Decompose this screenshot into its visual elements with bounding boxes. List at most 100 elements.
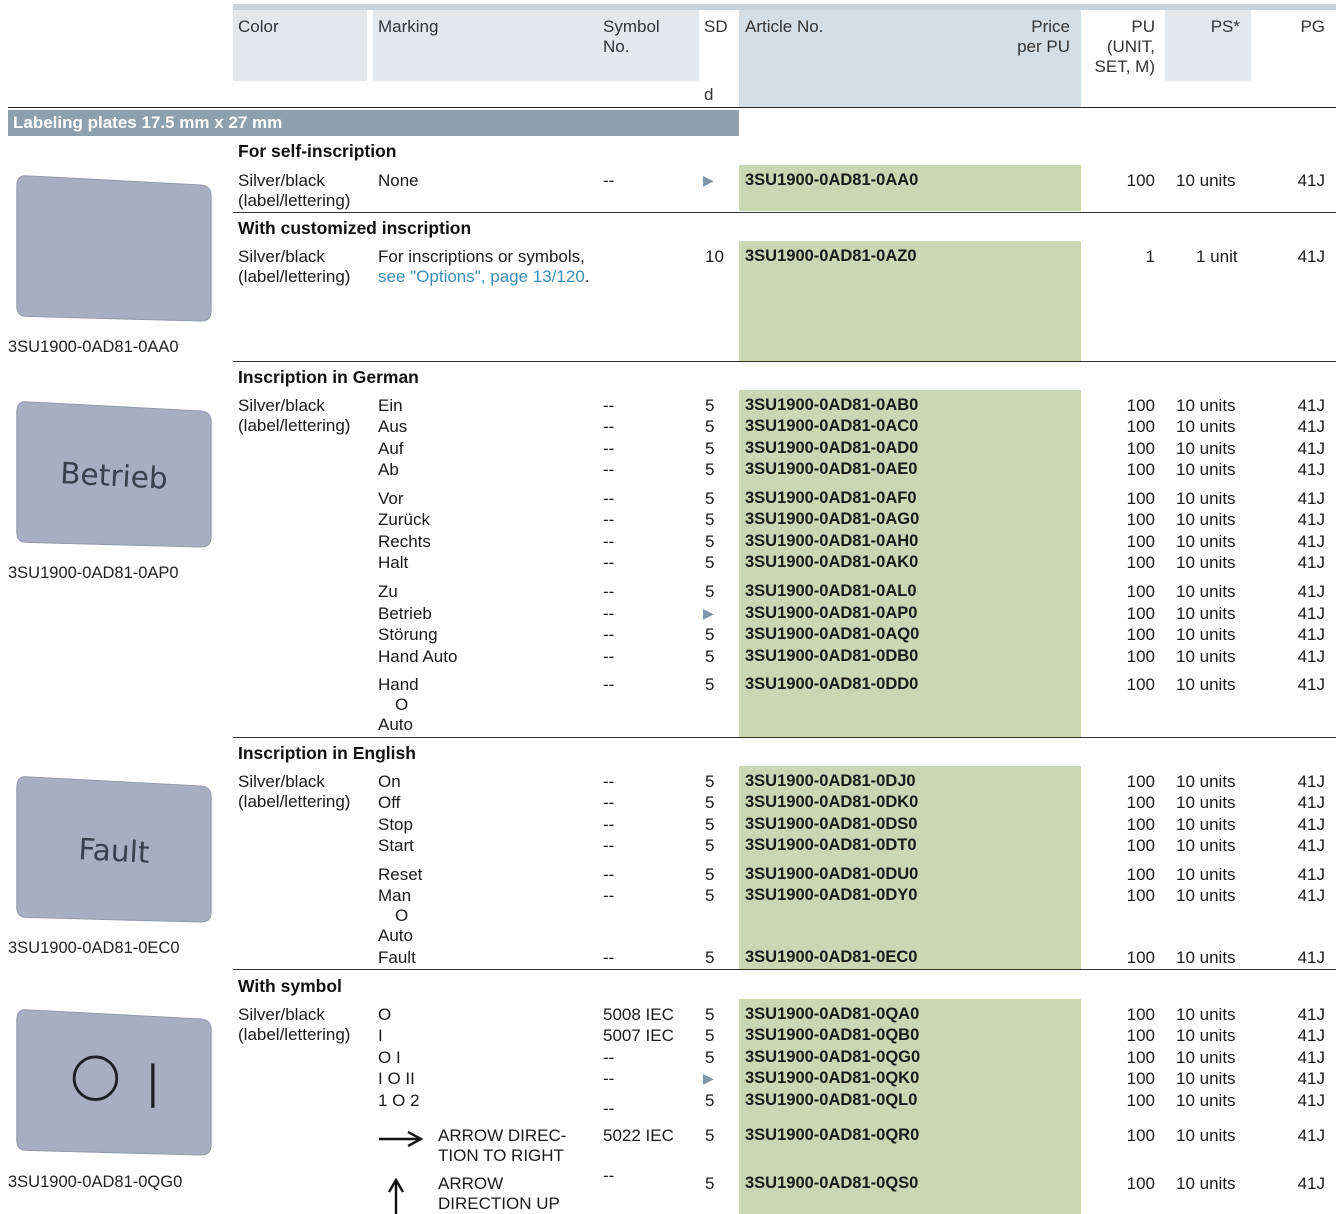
marking: ARROW: [438, 1174, 504, 1193]
article-no: 3SU1900-0AD81-0AH0: [745, 532, 919, 550]
marking: Betrieb: [378, 604, 432, 623]
pu: 100: [1126, 1126, 1155, 1145]
sd: 5: [705, 647, 715, 666]
section-divider: [233, 212, 1336, 213]
pg: 41J: [1297, 1026, 1325, 1045]
marking: O I: [378, 1048, 401, 1067]
marking-line-3: Auto: [378, 715, 413, 734]
header-price-l2: per PU: [1017, 37, 1070, 56]
header-pu-l3: SET, M): [1094, 57, 1155, 76]
pu: 100: [1126, 647, 1155, 666]
plate-text-betrieb: Betrieb: [59, 456, 168, 496]
marking: Rechts: [378, 532, 431, 551]
symbol-no: --: [603, 793, 615, 812]
marking: Vor: [378, 489, 404, 508]
pu: 100: [1126, 460, 1155, 479]
pg: 41J: [1297, 647, 1325, 666]
ps: 10 units: [1176, 396, 1236, 415]
section-title-german: Inscription in German: [238, 367, 419, 387]
marking: I: [378, 1026, 383, 1045]
sd: 5: [705, 582, 715, 601]
section-title-self: For self-inscription: [238, 141, 397, 161]
pg: 41J: [1297, 1126, 1325, 1145]
sd: 5: [705, 1126, 715, 1145]
header-sd-unit: d: [704, 85, 714, 104]
ps: 10 units: [1176, 532, 1236, 551]
marking: None: [378, 171, 419, 190]
article-no: 3SU1900-0AD81-0AP0: [745, 604, 918, 622]
symbol-no: --: [603, 171, 615, 190]
article-no: 3SU1900-0AD81-0DT0: [745, 836, 917, 854]
pu: 100: [1126, 1091, 1155, 1110]
pg: 41J: [1297, 510, 1325, 529]
pu: 100: [1126, 510, 1155, 529]
ps: 10 units: [1176, 1005, 1236, 1024]
symbol-no: --: [603, 489, 615, 508]
pg: 41J: [1297, 532, 1325, 551]
marking: O: [378, 1005, 392, 1024]
header-pu-l2: (UNIT,: [1106, 37, 1155, 56]
header-pu-l1: PU: [1131, 17, 1155, 36]
marking: Stop: [378, 815, 413, 834]
sd: 5: [705, 865, 715, 884]
color-l2: (label/lettering): [238, 1025, 351, 1044]
symbol-no: --: [603, 439, 615, 458]
marking: Start: [378, 836, 414, 855]
pg: 41J: [1297, 1091, 1325, 1110]
sd-triangle-icon: ▶: [703, 605, 714, 621]
pu: 100: [1126, 1005, 1155, 1024]
pu: 100: [1126, 1069, 1155, 1088]
ps: 10 units: [1176, 439, 1236, 458]
pu: 100: [1126, 836, 1155, 855]
ps: 10 units: [1176, 836, 1236, 855]
pg: 41J: [1297, 1069, 1325, 1088]
pu: 100: [1126, 532, 1155, 551]
pu: 100: [1126, 1026, 1155, 1045]
symbol-no: --: [603, 647, 615, 666]
ps: 10 units: [1176, 510, 1236, 529]
plate-caption-1: 3SU1900-0AD81-0AA0: [8, 338, 179, 356]
ps: 10 units: [1176, 1048, 1236, 1067]
plate-image-betrieb: Betrieb: [16, 401, 212, 548]
symbol-no: --: [603, 1048, 615, 1067]
article-no: 3SU1900-0AD81-0DS0: [745, 815, 918, 833]
pu: 100: [1126, 439, 1155, 458]
marking: Auf: [378, 439, 404, 458]
pu: 100: [1126, 489, 1155, 508]
plate-caption-2: 3SU1900-0AD81-0AP0: [8, 564, 179, 582]
color-l2: (label/lettering): [238, 416, 351, 435]
header-price-l1: Price: [1031, 17, 1070, 36]
marking: Hand: [378, 675, 419, 694]
color-l2: (label/lettering): [238, 792, 351, 811]
article-no: 3SU1900-0AD81-0DD0: [745, 675, 919, 693]
ps: 10 units: [1176, 489, 1236, 508]
symbol-no: --: [603, 396, 615, 415]
marking: Zu: [378, 582, 398, 601]
sd: 5: [705, 815, 715, 834]
symbol-no: --: [603, 836, 615, 855]
article-no: 3SU1900-0AD81-0QL0: [745, 1091, 918, 1109]
marking: Störung: [378, 625, 438, 644]
ps: 1 unit: [1196, 247, 1238, 266]
ps: 10 units: [1176, 460, 1236, 479]
options-page-link[interactable]: see "Options", page 13/120: [378, 267, 585, 286]
article-no: 3SU1900-0AD81-0AD0: [745, 439, 919, 457]
marking-link-line: see "Options", page 13/120.: [378, 266, 590, 287]
pu: 100: [1126, 1174, 1155, 1193]
pu: 100: [1126, 815, 1155, 834]
ps: 10 units: [1176, 1174, 1236, 1193]
article-no: 3SU1900-0AD81-0AC0: [745, 417, 919, 435]
sd-triangle-icon: ▶: [703, 1070, 714, 1086]
pg: 41J: [1297, 604, 1325, 623]
symbol-no: --: [603, 675, 615, 694]
pu: 1: [1145, 247, 1155, 266]
marking-line-2: DIRECTION UP: [438, 1194, 560, 1213]
pg: 41J: [1297, 625, 1325, 644]
ps: 10 units: [1176, 1126, 1236, 1145]
sd: 5: [705, 1174, 715, 1193]
article-no: 3SU1900-0AD81-0DU0: [745, 865, 919, 883]
sd: 10: [705, 247, 724, 266]
pu: 100: [1126, 772, 1155, 791]
marking: ARROW DIREC-: [438, 1126, 567, 1145]
ps: 10 units: [1176, 417, 1236, 436]
